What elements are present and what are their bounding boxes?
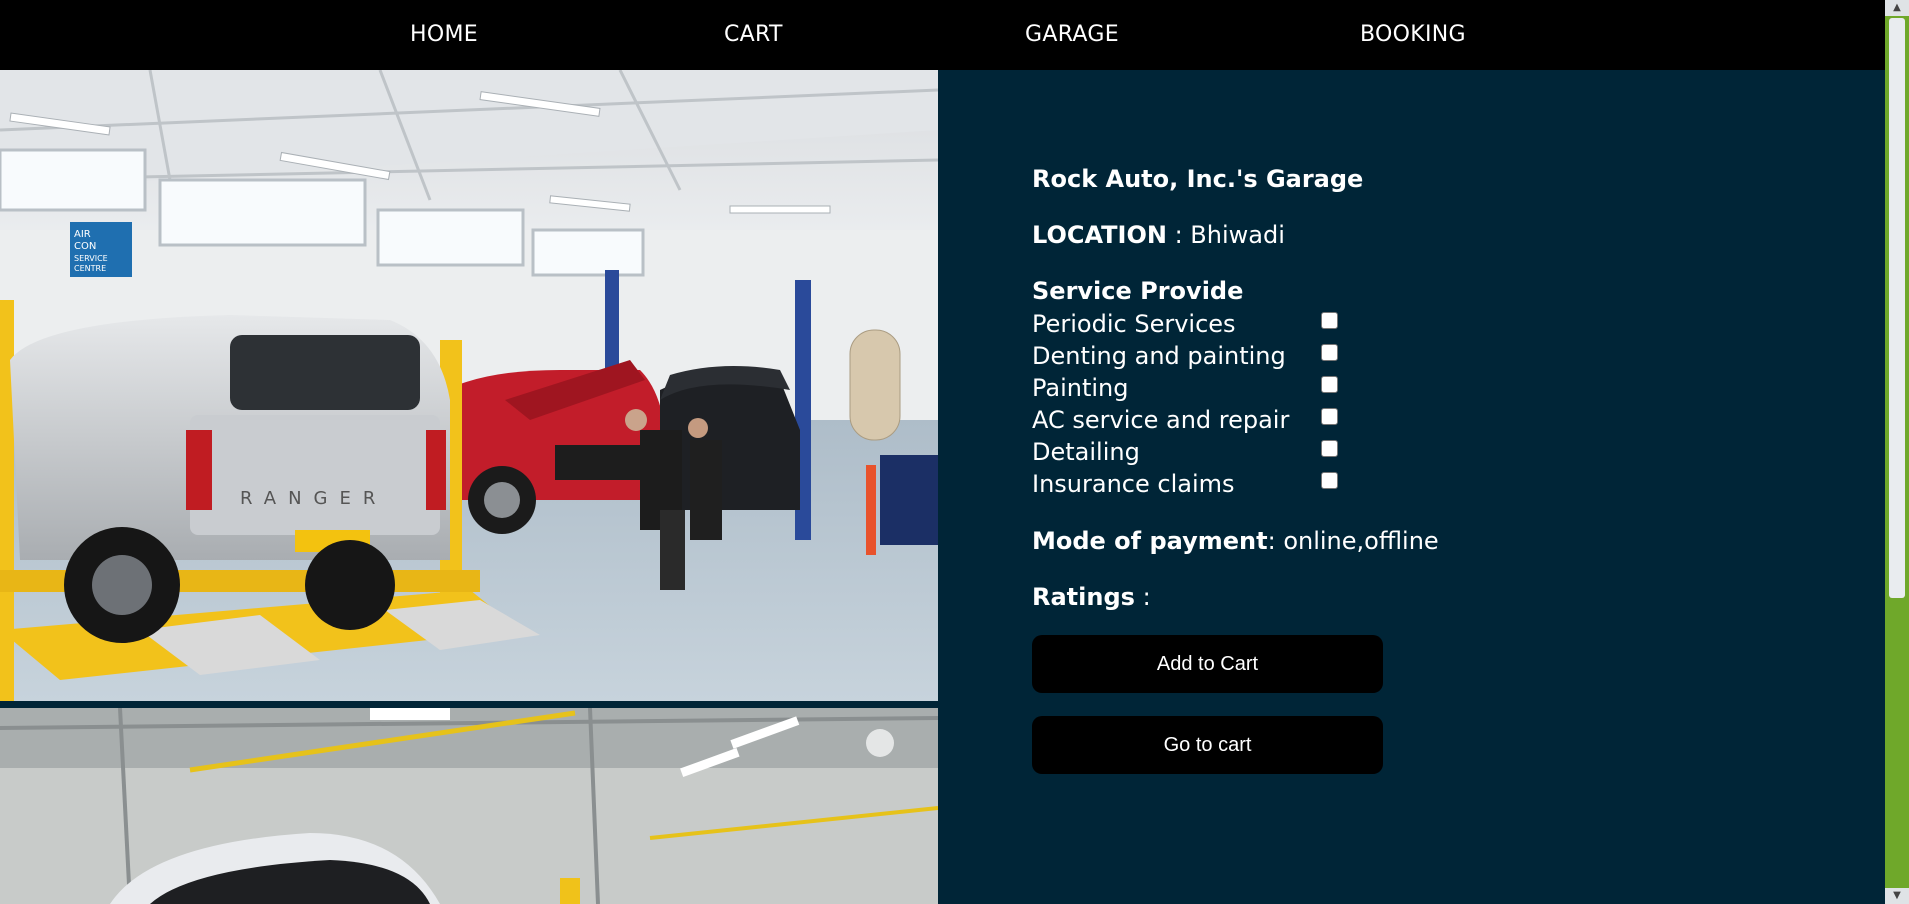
svg-text:AIR: AIR [74,229,91,240]
service-item-insurance: Insurance claims [1032,470,1372,502]
svg-text:CENTRE: CENTRE [74,264,106,273]
garage-photo-main: AIR CON SERVICE CENTRE RANGER [0,70,938,701]
ratings-separator: : [1134,583,1151,611]
service-item-ac: AC service and repair [1032,406,1372,438]
payment-label: Mode of payment [1032,527,1268,555]
svg-text:CON: CON [74,241,96,252]
service-label: Insurance claims [1032,470,1235,498]
add-to-cart-button[interactable]: Add to Cart [1032,635,1383,693]
location-label: LOCATION [1032,221,1167,249]
service-checkbox-denting[interactable] [1321,344,1338,361]
top-navbar: HOME CART GARAGE BOOKING [0,0,1885,70]
service-checkbox-insurance[interactable] [1321,472,1338,489]
location-separator: : [1166,221,1191,249]
go-to-cart-button[interactable]: Go to cart [1032,716,1383,774]
ratings-row: Ratings : [1032,583,1151,611]
location-value: Bhiwadi [1190,221,1285,249]
scroll-down-arrow-icon[interactable]: ▼ [1885,888,1909,904]
service-checkbox-ac[interactable] [1321,408,1338,425]
service-item-painting: Painting [1032,374,1372,406]
payment-row: Mode of payment: online,offline [1032,527,1439,555]
scrollbar-thumb[interactable] [1889,18,1905,598]
garage-photo-secondary [0,708,938,904]
nav-cart-link[interactable]: CART [724,22,783,47]
nav-garage-link[interactable]: GARAGE [1025,22,1119,47]
service-checkbox-detailing[interactable] [1321,440,1338,457]
service-item-denting: Denting and painting [1032,342,1372,374]
service-label: Denting and painting [1032,342,1286,370]
payment-separator: : [1267,527,1284,555]
svg-text:RANGER: RANGER [240,488,387,509]
service-label: Detailing [1032,438,1140,466]
garage-title: Rock Auto, Inc.'s Garage [1032,165,1364,193]
service-label: AC service and repair [1032,406,1290,434]
service-item-detailing: Detailing [1032,438,1372,470]
service-label: Periodic Services [1032,310,1236,338]
svg-text:SERVICE: SERVICE [74,254,108,263]
service-label: Painting [1032,374,1129,402]
scroll-up-arrow-icon[interactable]: ▲ [1885,0,1909,16]
services-title: Service Provide [1032,277,1244,305]
nav-booking-link[interactable]: BOOKING [1360,22,1466,47]
service-checkbox-periodic[interactable] [1321,312,1338,329]
payment-value: online,offline [1283,527,1439,555]
location-row: LOCATION : Bhiwadi [1032,221,1285,249]
services-list: Periodic Services Denting and painting P… [1032,310,1372,502]
page-scrollbar[interactable]: ▲ ▼ [1885,0,1909,904]
service-item-periodic: Periodic Services [1032,310,1372,342]
ratings-label: Ratings [1032,583,1135,611]
service-checkbox-painting[interactable] [1321,376,1338,393]
nav-home-link[interactable]: HOME [410,22,478,47]
